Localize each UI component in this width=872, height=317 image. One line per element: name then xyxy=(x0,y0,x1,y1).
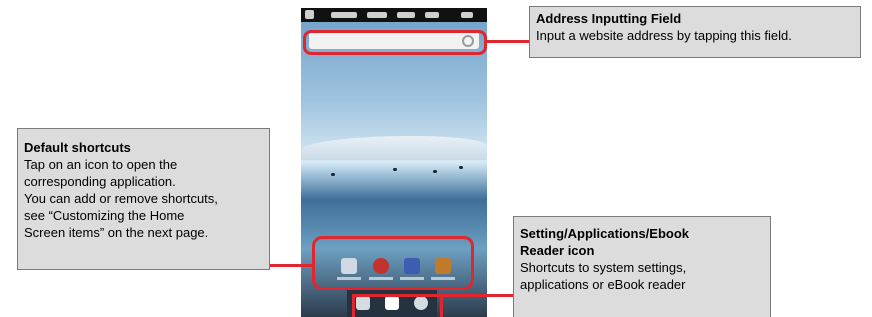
shortcuts-callout: Default shortcuts Tap on an icon to open… xyxy=(17,128,270,270)
volume-down-icon xyxy=(397,12,415,18)
dock-bracket-top xyxy=(352,294,443,297)
shortcuts-callout-line: Screen items” on the next page. xyxy=(24,225,209,240)
rock xyxy=(433,170,437,173)
shortcuts-callout-line: corresponding application. xyxy=(24,174,176,189)
address-field-highlight xyxy=(303,30,487,55)
rock xyxy=(459,166,463,169)
apps-grid-icon[interactable] xyxy=(385,296,399,310)
shortcuts-leader-line xyxy=(270,264,312,267)
home-icon[interactable] xyxy=(305,10,314,19)
settings-callout-line: applications or eBook reader xyxy=(520,277,686,292)
status-icons xyxy=(331,12,357,18)
ebook-icon[interactable] xyxy=(356,296,370,310)
settings-callout-title: Reader icon xyxy=(520,243,595,258)
settings-callout-line: Shortcuts to system settings, xyxy=(520,260,687,275)
shortcuts-callout-line: see “Customizing the Home xyxy=(24,208,185,223)
volume-icon xyxy=(367,12,387,18)
rock xyxy=(331,173,335,176)
address-callout: Address Inputting Field Input a website … xyxy=(529,6,861,58)
shortcuts-callout-title: Default shortcuts xyxy=(24,140,131,155)
menu-icon[interactable] xyxy=(461,12,473,18)
rock xyxy=(393,168,397,171)
dock-bracket-left xyxy=(352,295,355,317)
settings-callout: Setting/Applications/Ebook Reader icon S… xyxy=(513,216,771,317)
dock-bracket-right xyxy=(440,295,443,317)
status-bar xyxy=(301,8,487,22)
address-leader-line xyxy=(487,40,530,43)
address-callout-title: Address Inputting Field xyxy=(536,11,682,26)
back-icon[interactable] xyxy=(425,12,439,18)
settings-icon[interactable] xyxy=(414,296,428,310)
shortcuts-callout-line: You can add or remove shortcuts, xyxy=(24,191,218,206)
shortcuts-callout-line: Tap on an icon to open the xyxy=(24,157,178,172)
address-callout-text: Input a website address by tapping this … xyxy=(536,28,792,43)
settings-callout-title: Setting/Applications/Ebook xyxy=(520,226,690,241)
shortcuts-highlight xyxy=(312,236,474,290)
settings-leader-line xyxy=(443,294,514,297)
